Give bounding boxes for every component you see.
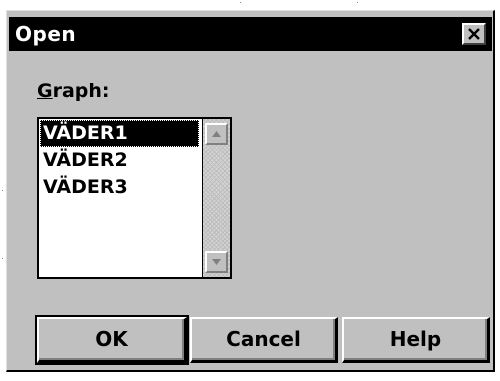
cancel-button[interactable]: Cancel <box>190 317 338 363</box>
list-item-vader3[interactable]: VÄDER3 <box>41 174 203 201</box>
graph-label: Graph: <box>37 79 110 103</box>
title-bar[interactable]: Open <box>9 17 492 51</box>
scroll-up-arrow-icon <box>212 131 221 137</box>
screen: Open Graph: VÄDER1 VÄDER2 VÄDER3 OK Canc… <box>0 0 500 381</box>
scroll-down-arrow-icon <box>212 259 221 265</box>
open-dialog: Open Graph: VÄDER1 VÄDER2 VÄDER3 OK Canc… <box>6 10 495 372</box>
scroll-down-button[interactable] <box>205 251 228 273</box>
list-item-vader2[interactable]: VÄDER2 <box>41 147 203 174</box>
scroll-up-button[interactable] <box>205 123 228 145</box>
close-icon <box>468 28 480 40</box>
close-button[interactable] <box>462 23 486 45</box>
vertical-scrollbar[interactable] <box>202 119 230 277</box>
graph-listbox[interactable]: VÄDER1 VÄDER2 VÄDER3 <box>37 117 232 279</box>
graph-label-accelerator: G <box>37 80 53 102</box>
graph-label-text: raph: <box>52 80 110 102</box>
dialog-title: Open <box>15 22 77 46</box>
scan-speck <box>2 258 3 259</box>
list-item-vader1[interactable]: VÄDER1 <box>40 120 199 147</box>
help-button[interactable]: Help <box>342 317 490 363</box>
ok-button[interactable]: OK <box>35 315 189 365</box>
graph-list: VÄDER1 VÄDER2 VÄDER3 <box>40 120 203 201</box>
scan-speck <box>2 190 3 191</box>
scan-speck <box>357 2 358 3</box>
scan-speck <box>240 2 241 3</box>
